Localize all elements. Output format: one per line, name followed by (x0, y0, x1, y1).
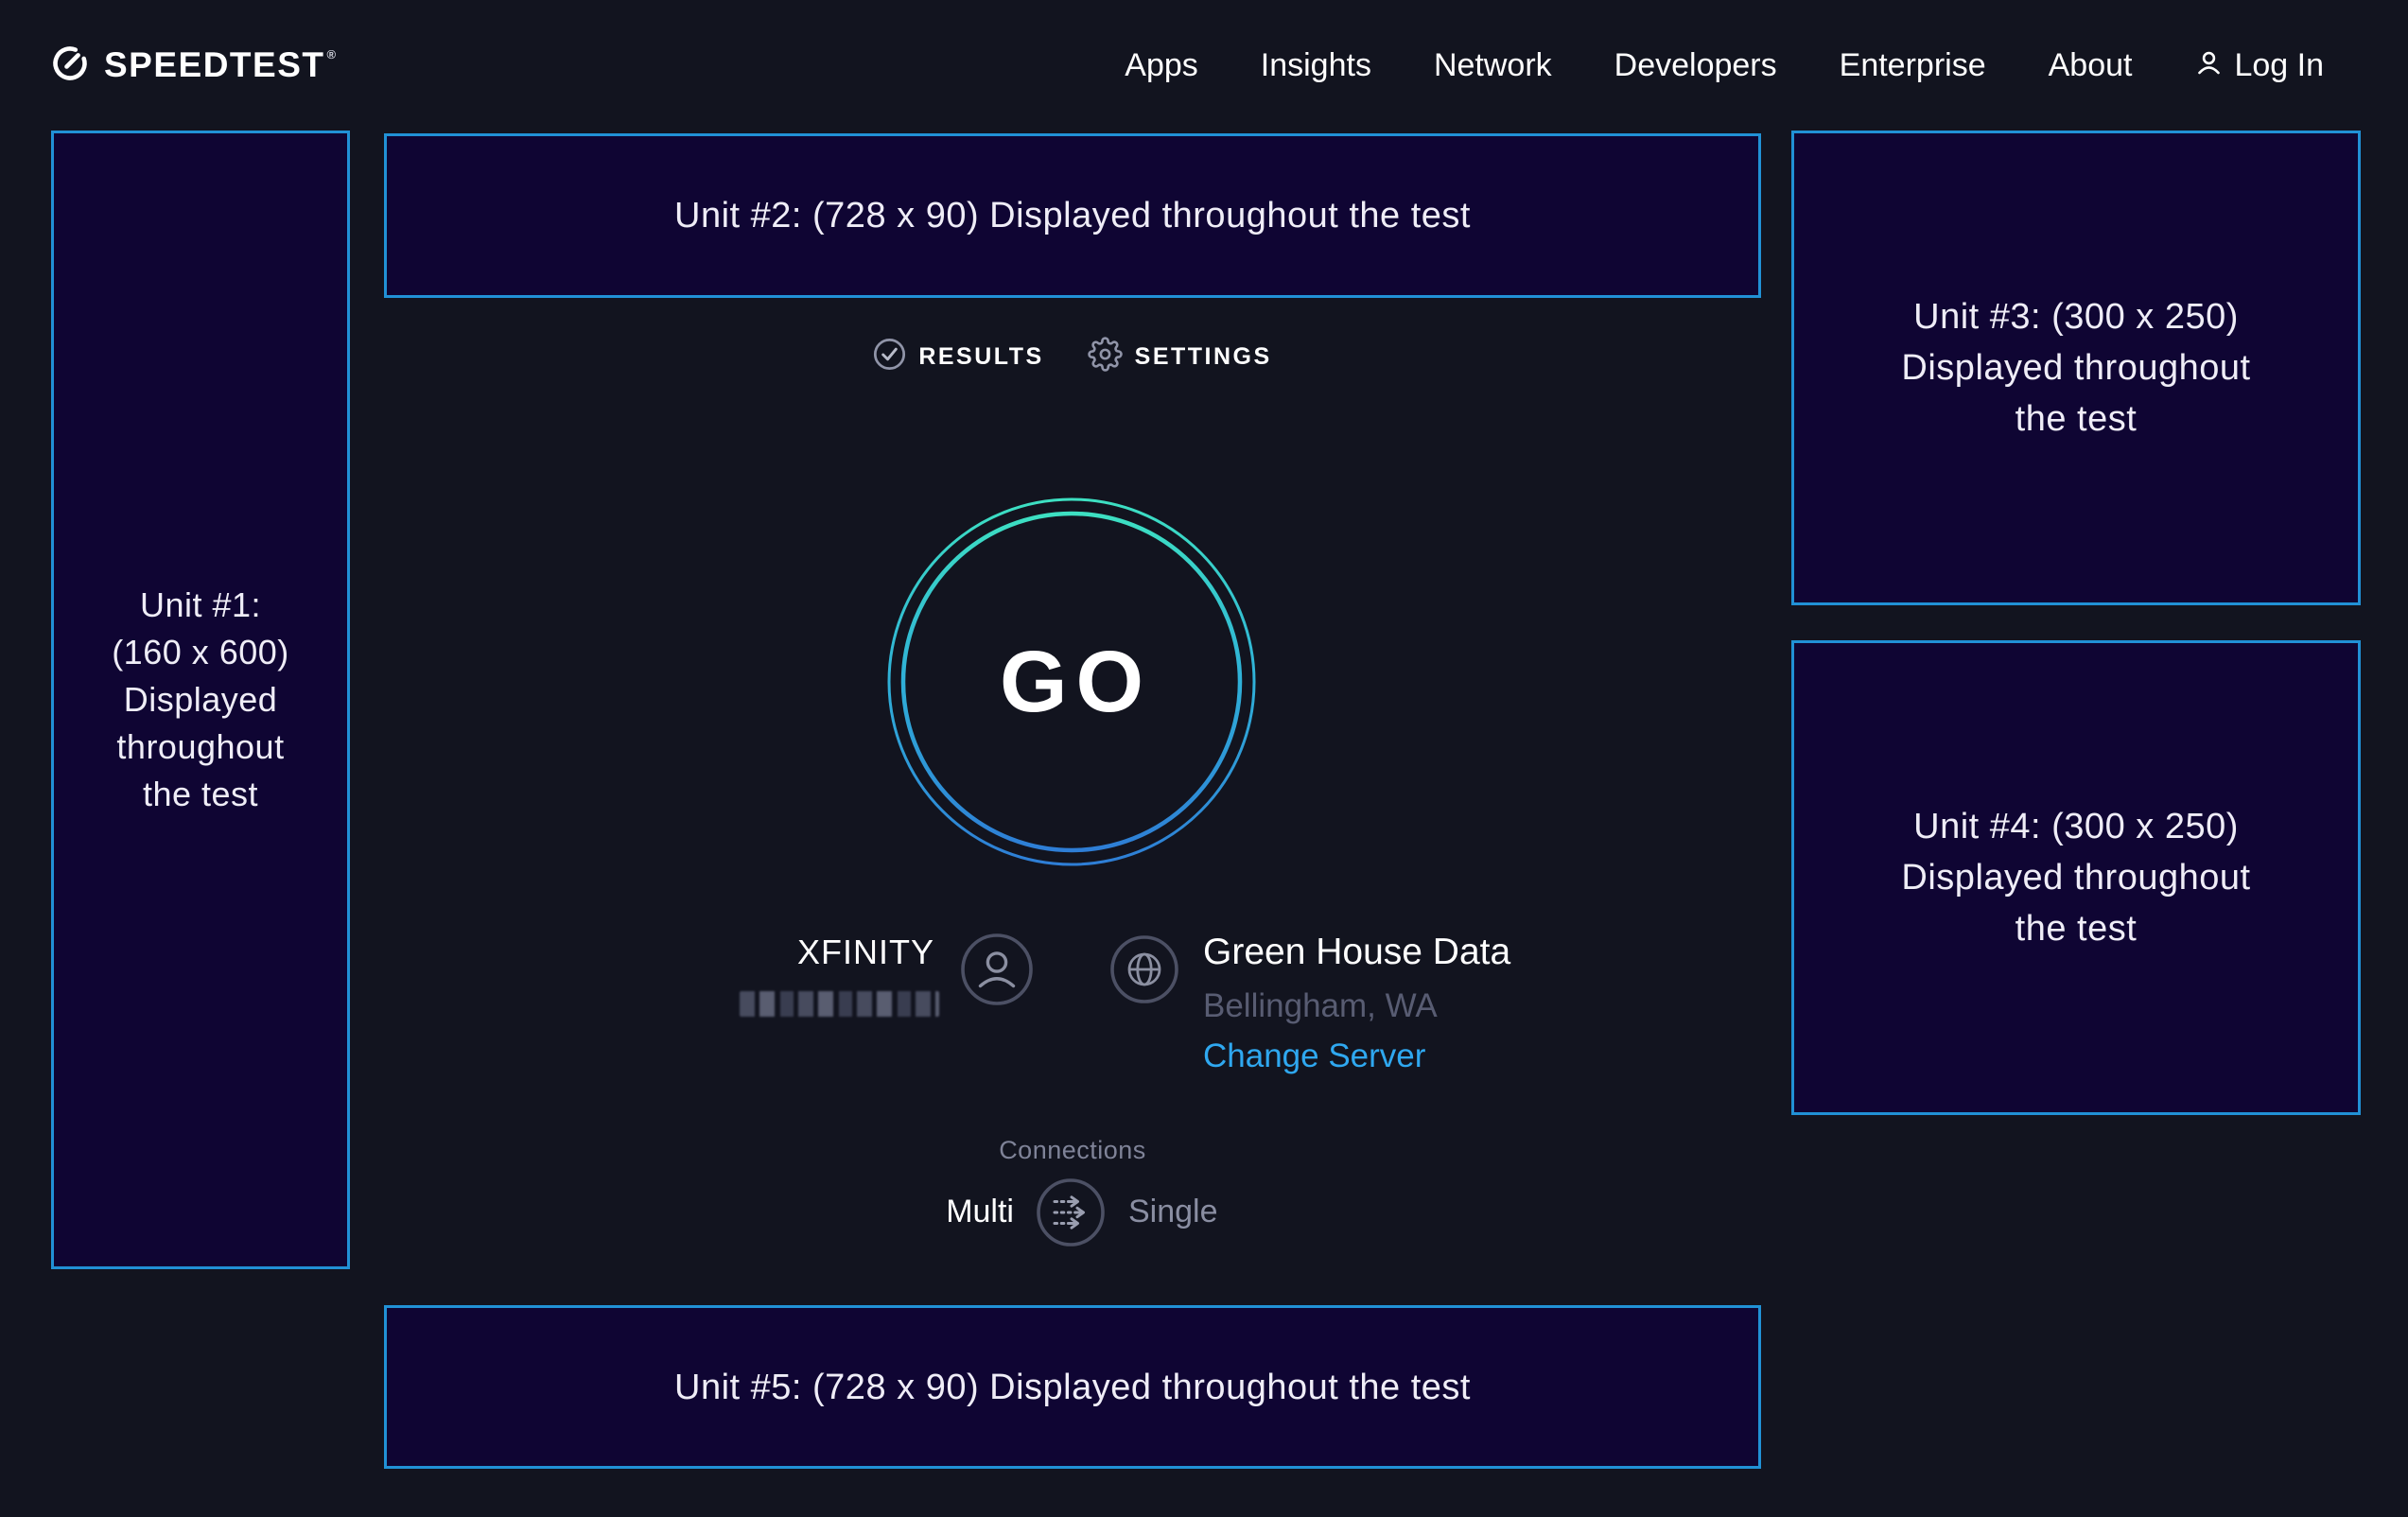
tab-results[interactable]: RESULTS (873, 337, 1043, 376)
connections-label: Connections (384, 1136, 1761, 1165)
ad-text: throughout (116, 724, 284, 771)
login-label: Log In (2234, 47, 2324, 84)
ad-text: Displayed (124, 676, 278, 724)
gear-icon (1088, 337, 1123, 376)
go-button[interactable]: GO (882, 493, 1261, 871)
nav-item-network[interactable]: Network (1434, 47, 1552, 84)
login-button[interactable]: Log In (2194, 47, 2324, 84)
change-server-link[interactable]: Change Server (1203, 1037, 1510, 1075)
speedtest-page: SPEEDTEST® Apps Insights Network Develop… (0, 0, 2408, 1517)
connections-option-single[interactable]: Single (1128, 1194, 1218, 1230)
nav-item-insights[interactable]: Insights (1261, 47, 1371, 84)
speedtest-logo[interactable]: SPEEDTEST® (51, 44, 338, 87)
ad-text: Displayed throughout (1901, 852, 2250, 903)
isp-ip-redacted (740, 991, 939, 1017)
check-circle-icon (873, 338, 906, 375)
ad-text: the test (2015, 393, 2138, 445)
speedtest-gauge-icon (51, 44, 89, 87)
connections-option-multi[interactable]: Multi (946, 1194, 1014, 1230)
tab-settings-label: SETTINGS (1135, 343, 1272, 371)
go-label: GO (882, 493, 1261, 871)
trademark-symbol: ® (327, 47, 338, 61)
tab-settings[interactable]: SETTINGS (1088, 337, 1272, 376)
ad-text: (160 x 600) (112, 629, 289, 676)
nav-item-enterprise[interactable]: Enterprise (1840, 47, 1986, 84)
logo-wordmark: SPEEDTEST® (104, 45, 338, 85)
server-info: Green House Data Bellingham, WA Change S… (1203, 932, 1510, 1075)
server-name: Green House Data (1203, 932, 1510, 973)
ad-text: Unit #2: (728 x 90) Displayed throughout… (674, 190, 1471, 241)
user-icon (2194, 48, 2224, 82)
ad-text: Displayed throughout (1901, 342, 2250, 393)
isp-name: XFINITY (797, 933, 934, 972)
ad-text: Unit #5: (728 x 90) Displayed throughout… (674, 1362, 1471, 1413)
ad-unit-1[interactable]: Unit #1: (160 x 600) Displayed throughou… (51, 131, 350, 1269)
user-circle-icon (960, 933, 1034, 1011)
ad-text: the test (143, 771, 258, 818)
globe-icon (1109, 934, 1179, 1009)
top-nav: SPEEDTEST® Apps Insights Network Develop… (0, 0, 2408, 131)
nav-item-about[interactable]: About (2049, 47, 2133, 84)
tab-results-label: RESULTS (918, 343, 1043, 371)
nav-item-developers[interactable]: Developers (1614, 47, 1777, 84)
nav-menu: Apps Insights Network Developers Enterpr… (1125, 47, 2324, 84)
server-location: Bellingham, WA (1203, 987, 1510, 1025)
ad-unit-3[interactable]: Unit #3: (300 x 250) Displayed throughou… (1791, 131, 2361, 605)
ad-text: Unit #4: (300 x 250) (1913, 801, 2239, 852)
ad-text: Unit #3: (300 x 250) (1913, 291, 2239, 342)
tabs-row: RESULTS SETTINGS (384, 337, 1761, 376)
ad-text: Unit #1: (140, 582, 261, 629)
ad-unit-2[interactable]: Unit #2: (728 x 90) Displayed throughout… (384, 133, 1761, 298)
multi-connection-icon[interactable] (1036, 1177, 1106, 1252)
ad-unit-5[interactable]: Unit #5: (728 x 90) Displayed throughout… (384, 1305, 1761, 1469)
nav-item-apps[interactable]: Apps (1125, 47, 1198, 84)
ad-unit-4[interactable]: Unit #4: (300 x 250) Displayed throughou… (1791, 640, 2361, 1115)
ad-text: the test (2015, 903, 2138, 954)
